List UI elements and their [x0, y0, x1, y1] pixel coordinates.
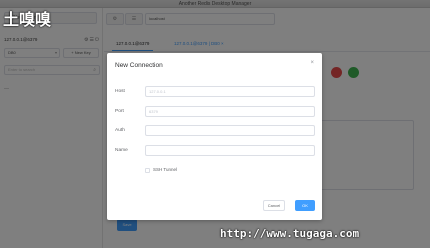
auth-label: Auth: [115, 128, 125, 133]
cancel-button[interactable]: Cancel: [263, 200, 285, 211]
auth-field[interactable]: [145, 125, 315, 136]
new-connection-dialog: New Connection × Host 127.0.0.1 Port 637…: [107, 53, 322, 220]
watermark-bottom-right: http://www.tugaga.com: [220, 227, 360, 240]
ssh-tunnel-checkbox[interactable]: [145, 168, 150, 173]
port-label: Port: [115, 109, 124, 114]
ssh-tunnel-label: SSH Tunnel: [153, 167, 178, 172]
watermark-top-left: 土嗅嗅: [3, 12, 52, 29]
host-label: Host: [115, 89, 125, 94]
host-field[interactable]: 127.0.0.1: [145, 86, 315, 97]
dialog-title: New Connection: [115, 62, 163, 69]
close-icon[interactable]: ×: [310, 60, 314, 66]
name-label: Name: [115, 148, 128, 153]
name-field[interactable]: [145, 145, 315, 156]
ok-button[interactable]: OK: [295, 200, 315, 211]
port-field[interactable]: 6379: [145, 106, 315, 117]
